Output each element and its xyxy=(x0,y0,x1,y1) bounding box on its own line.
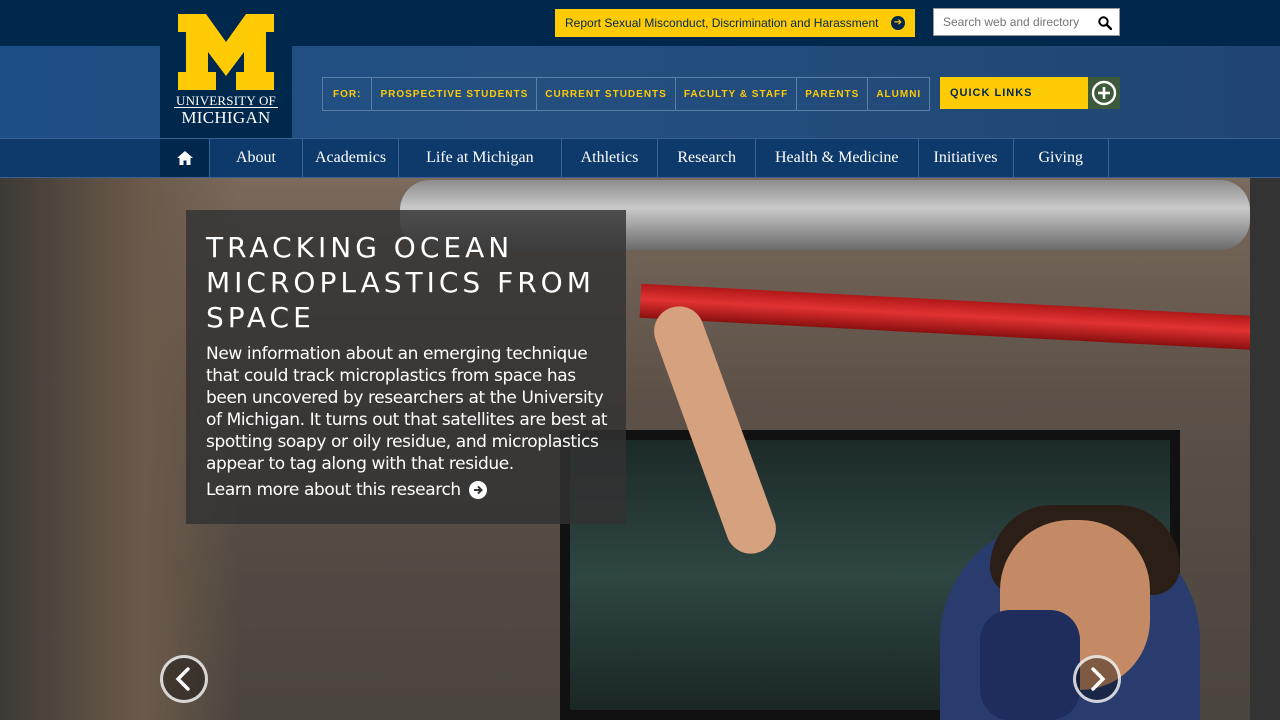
arrow-right-icon xyxy=(468,481,487,499)
nav-home[interactable] xyxy=(160,139,210,177)
hero-title: TRACKING OCEAN MICROPLASTICS FROM SPACE xyxy=(206,231,595,334)
search-icon[interactable] xyxy=(1098,16,1112,30)
nav-research[interactable]: Research xyxy=(658,139,756,177)
logo-michigan-text: MICHIGAN xyxy=(181,108,271,127)
chevron-left-icon xyxy=(175,667,190,691)
logo-university-text: UNIVERSITY OF xyxy=(174,93,278,108)
nav-athletics[interactable]: Athletics xyxy=(562,139,659,177)
learn-more-label: Learn more about this research xyxy=(206,480,461,500)
nav-giving[interactable]: Giving xyxy=(1014,139,1109,177)
audience-faculty-staff[interactable]: FACULTY & STAFF xyxy=(676,78,798,110)
report-misconduct-label: Report Sexual Misconduct, Discrimination… xyxy=(565,16,879,30)
quick-links-toggle[interactable] xyxy=(1088,77,1120,109)
chevron-right-icon xyxy=(1091,667,1106,691)
slide-next-button[interactable] xyxy=(1073,655,1121,703)
audience-prospective-students[interactable]: PROSPECTIVE STUDENTS xyxy=(372,78,538,110)
main-nav: About Academics Life at Michigan Athleti… xyxy=(0,138,1280,178)
hero-caption: TRACKING OCEAN MICROPLASTICS FROM SPACE … xyxy=(186,210,626,524)
university-logo-link[interactable]: UNIVERSITY OF MICHIGAN xyxy=(160,0,292,138)
nav-initiatives[interactable]: Initiatives xyxy=(919,139,1014,177)
arrow-right-icon: ➔ xyxy=(891,16,905,30)
block-m-icon xyxy=(178,14,274,90)
audience-parents[interactable]: PARENTS xyxy=(797,78,869,110)
search-box xyxy=(933,8,1120,36)
search-input[interactable] xyxy=(934,10,1089,34)
for-label: FOR: xyxy=(323,78,373,110)
quick-links-button[interactable]: QUICK LINKS xyxy=(940,77,1088,109)
nav-life-at-michigan[interactable]: Life at Michigan xyxy=(399,139,562,177)
audience-alumni[interactable]: ALUMNI xyxy=(868,78,929,110)
nav-about[interactable]: About xyxy=(210,139,303,177)
home-icon xyxy=(176,151,193,165)
nav-academics[interactable]: Academics xyxy=(303,139,400,177)
audience-bar: FOR: PROSPECTIVE STUDENTS CURRENT STUDEN… xyxy=(322,77,931,111)
audience-current-students[interactable]: CURRENT STUDENTS xyxy=(537,78,676,110)
plus-circle-icon xyxy=(1091,80,1117,106)
nav-health-medicine[interactable]: Health & Medicine xyxy=(756,139,919,177)
report-misconduct-button[interactable]: Report Sexual Misconduct, Discrimination… xyxy=(555,9,915,37)
hero-description: New information about an emerging techni… xyxy=(206,344,608,474)
hero-learn-more-link[interactable]: Learn more about this research xyxy=(206,480,487,500)
slide-previous-button[interactable] xyxy=(160,655,208,703)
